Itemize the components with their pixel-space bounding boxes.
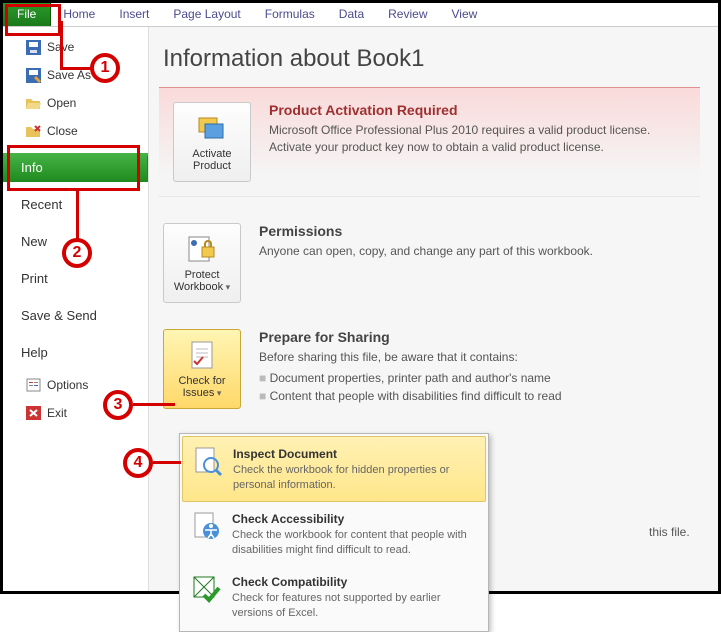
tab-insert[interactable]: Insert [107, 3, 161, 26]
versions-tail: this file. [649, 525, 690, 539]
sidebar-info[interactable]: Info [3, 153, 148, 182]
protect-workbook-button[interactable]: Protect Workbook [163, 223, 241, 303]
panel-prepare: Check for Issues Prepare for Sharing Bef… [159, 329, 700, 409]
permissions-body: Anyone can open, copy, and change any pa… [259, 243, 700, 260]
menu-check-compatibility[interactable]: Check Compatibility Check for features no… [182, 565, 486, 629]
sidebar-new[interactable]: New [3, 227, 148, 256]
inspect-icon [191, 445, 223, 477]
check-for-issues-button[interactable]: Check for Issues [163, 329, 241, 409]
save-icon [25, 39, 41, 55]
page-title: Information about Book1 [163, 45, 700, 73]
check-issues-dropdown: Inspect Document Check the workbook for h… [179, 433, 489, 632]
tab-review[interactable]: Review [376, 3, 439, 26]
activation-body: Microsoft Office Professional Plus 2010 … [269, 122, 686, 157]
backstage-sidebar: Save Save As Open Close Info Recent New … [3, 27, 148, 591]
button-label: Protect Workbook [166, 269, 238, 293]
panel-permissions: Protect Workbook Permissions Anyone can … [159, 223, 700, 303]
close-icon [25, 123, 41, 139]
exit-icon [25, 405, 41, 421]
sidebar-save-send[interactable]: Save & Send [3, 301, 148, 330]
sidebar-label: Save As [47, 68, 91, 82]
sidebar-save[interactable]: Save [3, 35, 148, 59]
sidebar-close[interactable]: Close [3, 119, 148, 143]
open-icon [25, 95, 41, 111]
activate-product-button[interactable]: Activate Product [173, 102, 251, 182]
tab-data[interactable]: Data [327, 3, 376, 26]
saveas-icon [25, 67, 41, 83]
tab-file[interactable]: File [3, 3, 51, 26]
options-icon [25, 377, 41, 393]
compatibility-icon [190, 573, 222, 605]
sidebar-label: Close [47, 124, 78, 138]
activation-heading: Product Activation Required [269, 102, 686, 118]
button-label: Activate Product [176, 148, 248, 172]
button-label: Check for Issues [166, 375, 238, 399]
sidebar-options[interactable]: Options [3, 373, 148, 397]
sidebar-recent[interactable]: Recent [3, 190, 148, 219]
tab-page-layout[interactable]: Page Layout [161, 3, 252, 26]
prepare-item: Content that people with disabilities fi… [259, 388, 700, 405]
menu-title: Check Compatibility [232, 575, 347, 589]
sidebar-label: Options [47, 378, 88, 392]
prepare-intro: Before sharing this file, be aware that … [259, 349, 700, 366]
check-issues-icon [186, 339, 218, 371]
sidebar-exit[interactable]: Exit [3, 401, 148, 425]
sidebar-save-as[interactable]: Save As [3, 63, 148, 87]
ribbon-tabs: File Home Insert Page Layout Formulas Da… [3, 3, 718, 27]
prepare-heading: Prepare for Sharing [259, 329, 700, 345]
prepare-item: Document properties, printer path and au… [259, 370, 700, 387]
sidebar-label: Save [47, 40, 74, 54]
menu-desc: Check the workbook for content that peop… [232, 528, 478, 558]
sidebar-print[interactable]: Print [3, 264, 148, 293]
menu-desc: Check the workbook for hidden properties… [233, 463, 477, 493]
menu-title: Inspect Document [233, 447, 337, 461]
permissions-heading: Permissions [259, 223, 700, 239]
menu-desc: Check for features not supported by earl… [232, 591, 478, 621]
menu-inspect-document[interactable]: Inspect Document Check the workbook for h… [182, 436, 486, 502]
tab-formulas[interactable]: Formulas [253, 3, 327, 26]
protect-icon [186, 233, 218, 265]
menu-title: Check Accessibility [232, 512, 344, 526]
menu-check-accessibility[interactable]: Check Accessibility Check the workbook fo… [182, 502, 486, 566]
tab-view[interactable]: View [440, 3, 490, 26]
panel-activation: Activate Product Product Activation Requ… [159, 87, 700, 197]
sidebar-label: Exit [47, 406, 67, 420]
tab-home[interactable]: Home [51, 3, 107, 26]
sidebar-help[interactable]: Help [3, 338, 148, 367]
activate-icon [196, 112, 228, 144]
sidebar-label: Open [47, 96, 76, 110]
accessibility-icon [190, 510, 222, 542]
sidebar-open[interactable]: Open [3, 91, 148, 115]
